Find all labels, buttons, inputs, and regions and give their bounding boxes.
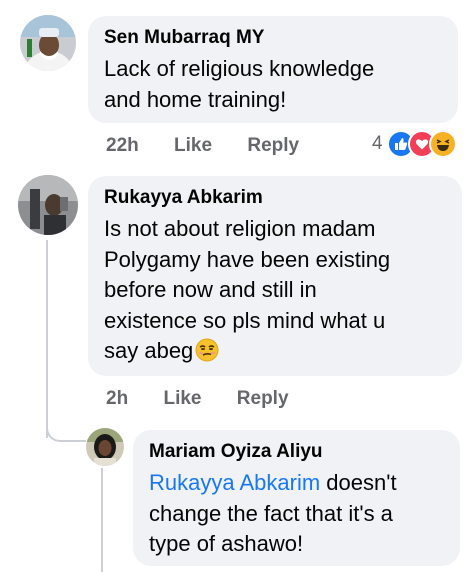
- comment-time[interactable]: 2h: [106, 388, 128, 410]
- reaction-summary[interactable]: 4: [372, 130, 457, 158]
- comment-text-line: change the fact that it's a: [149, 500, 393, 526]
- comment-time[interactable]: 22h: [106, 135, 139, 157]
- thread-line-vertical: [46, 240, 48, 438]
- comment-text-line: Lack of religious knowledge: [104, 56, 375, 81]
- avatar-sen-mubarraq[interactable]: [20, 15, 76, 71]
- comment-text-line: Polygamy have been existing: [104, 246, 391, 272]
- unamused-face-emoji: [195, 338, 219, 371]
- comment-text-line-last: say abeg: [104, 336, 446, 371]
- comment-text-fragment: doesn't: [320, 470, 397, 495]
- mention-link[interactable]: Rukayya Abkarim: [149, 470, 320, 495]
- avatar-mariam-oyiza-aliyu[interactable]: [86, 428, 124, 466]
- comment-bubble-1: Sen Mubarraq MY Lack of religious knowle…: [88, 16, 458, 123]
- comment-bubble-3: Mariam Oyiza Aliyu Rukayya Abkarim doesn…: [133, 430, 460, 566]
- comment-text-line: existence so pls mind what u: [104, 307, 386, 333]
- reply-button[interactable]: Reply: [247, 135, 299, 157]
- reply-button[interactable]: Reply: [237, 388, 289, 410]
- comment-author[interactable]: Mariam Oyiza Aliyu: [149, 440, 444, 464]
- thread-line-curve: [46, 420, 86, 442]
- comment-actions-1: 22h Like Reply: [106, 135, 299, 157]
- comment-text-line: Is not about religion madam: [104, 216, 376, 241]
- comment-author[interactable]: Rukayya Abkarim: [104, 186, 446, 210]
- haha-reaction-icon: [428, 130, 457, 158]
- avatar-rukayya-abkarim[interactable]: [18, 175, 78, 235]
- comment-text-line: type of ashawo!: [149, 531, 304, 556]
- comment-bubble-2: Rukayya Abkarim Is not about religion ma…: [88, 176, 462, 376]
- comment-text-line: and home training!: [104, 86, 287, 112]
- reaction-count: 4: [372, 133, 383, 154]
- comment-text-fragment: say abeg: [104, 338, 194, 363]
- thread-line-reply: [101, 468, 103, 572]
- comment-text-line: Rukayya Abkarim doesn't: [149, 468, 444, 499]
- like-button[interactable]: Like: [163, 388, 201, 410]
- like-button[interactable]: Like: [174, 135, 212, 157]
- comment-text-line: before now and still in: [104, 277, 317, 302]
- comment-actions-2: 2h Like Reply: [106, 388, 289, 410]
- comment-author[interactable]: Sen Mubarraq MY: [104, 26, 442, 50]
